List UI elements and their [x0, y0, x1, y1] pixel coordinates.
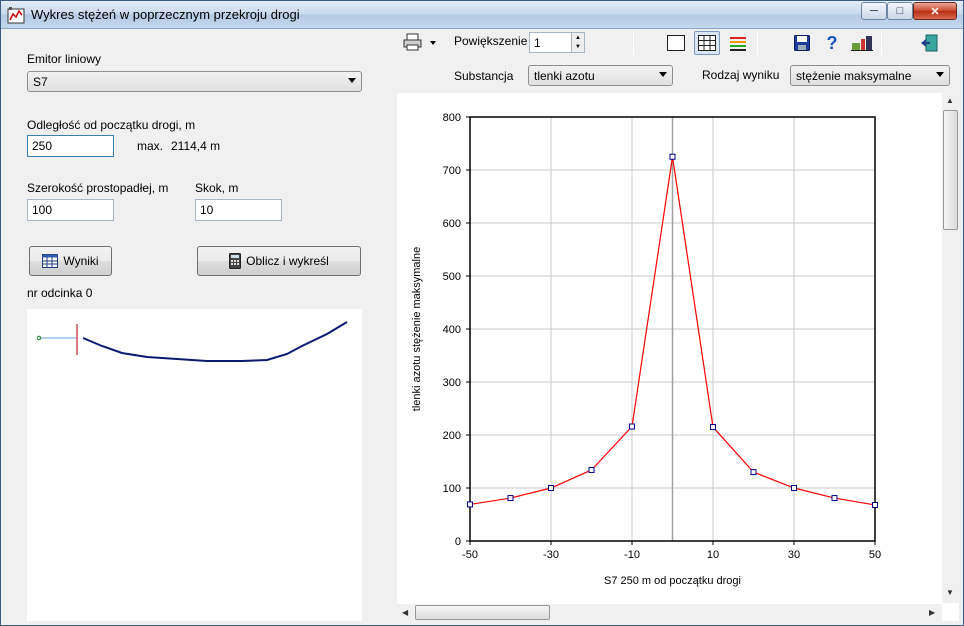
grid-icon[interactable] — [694, 31, 720, 55]
distance-input[interactable]: 250 — [27, 135, 114, 157]
y-tick-label: 300 — [443, 377, 461, 389]
data-point — [629, 423, 635, 430]
zoom-label: Powiększenie — [454, 34, 528, 48]
calculate-button[interactable]: Oblicz i wykreśl — [197, 246, 361, 276]
step-label: Skok, m — [195, 181, 239, 195]
max-value: 2114,4 m — [171, 139, 221, 153]
y-tick-label: 700 — [443, 165, 461, 177]
toolbar-separator — [881, 31, 882, 55]
window-title: Wykres stężeń w poprzecznym przekroju dr… — [31, 7, 300, 22]
scroll-up-icon[interactable]: ▲ — [946, 96, 954, 105]
settings-icon[interactable] — [849, 31, 875, 55]
toolbar-separator — [757, 31, 758, 55]
substance-label: Substancja — [454, 69, 514, 83]
emitor-select-value: S7 — [33, 75, 48, 89]
chart-panel: 0 100 200 300 400 500 600 700 800 -50 -30 -10 10 30 50… — [397, 93, 959, 621]
main-window: Wykres stężeń w poprzecznym przekroju dr… — [0, 0, 964, 626]
chevron-down-icon — [936, 72, 944, 77]
step-input[interactable]: 10 — [195, 199, 282, 221]
road-profile-line — [82, 321, 348, 362]
zoom-value: 1 — [534, 36, 541, 50]
data-point — [548, 485, 554, 491]
help-icon[interactable]: ? — [819, 31, 845, 55]
y-tick-label: 600 — [443, 218, 461, 230]
y-tick-label: 0 — [455, 536, 461, 548]
substance-select[interactable]: tlenki azotu — [528, 65, 673, 86]
zoom-spinner[interactable]: 1 ▲ ▼ — [529, 32, 585, 53]
x-tick-label: 50 — [869, 549, 881, 561]
result-type-label: Rodzaj wyniku — [702, 68, 780, 82]
save-icon[interactable] — [789, 31, 815, 55]
concentration-chart: 0 100 200 300 400 500 600 700 800 -50 -30 -10 10 30 50… — [411, 112, 881, 587]
data-point — [588, 466, 595, 473]
maximize-icon: □ — [896, 5, 904, 17]
toolbar-separator — [633, 31, 634, 55]
exit-icon[interactable] — [916, 31, 942, 55]
results-button[interactable]: Wyniki — [29, 246, 112, 276]
dropdown-arrow-icon[interactable] — [430, 41, 436, 45]
y-tick-label: 400 — [443, 324, 461, 336]
data-point — [507, 495, 514, 502]
x-tick-label: 10 — [707, 549, 719, 561]
spin-down-icon[interactable]: ▼ — [572, 42, 584, 51]
print-icon[interactable] — [403, 33, 423, 51]
close-icon: ✕ — [930, 5, 940, 18]
chevron-down-icon — [348, 78, 356, 83]
data-point — [872, 501, 878, 508]
y-tick-label: 200 — [443, 430, 461, 442]
scroll-left-icon[interactable]: ◀ — [402, 608, 408, 617]
data-point — [669, 153, 676, 160]
app-chart-icon — [7, 7, 25, 24]
calculate-button-label: Oblicz i wykreśl — [246, 254, 329, 268]
y-tick-label: 100 — [443, 483, 461, 495]
y-tick-label: 500 — [443, 271, 461, 283]
title-bar: Wykres stężeń w poprzecznym przekroju dr… — [1, 1, 963, 29]
emitor-select[interactable]: S7 — [27, 71, 362, 92]
chevron-down-icon — [659, 72, 667, 77]
x-tick-label: -50 — [462, 549, 478, 561]
distance-label: Odległość od początku drogi, m — [27, 118, 196, 132]
minimize-icon: ─ — [870, 5, 878, 17]
data-point — [710, 424, 716, 431]
result-type-select-value: stężenie maksymalne — [796, 69, 912, 83]
x-tick-label: -30 — [543, 549, 559, 561]
table-icon — [42, 254, 59, 268]
scroll-down-icon[interactable]: ▼ — [946, 588, 954, 597]
substance-select-value: tlenki azotu — [534, 69, 595, 83]
scroll-right-icon[interactable]: ▶ — [929, 608, 935, 617]
maximize-button[interactable]: □ — [887, 2, 913, 20]
minimize-button[interactable]: ─ — [861, 2, 887, 20]
width-input[interactable]: 100 — [27, 199, 114, 221]
road-profile-preview — [27, 309, 362, 621]
x-tick-label: -10 — [624, 549, 640, 561]
calculator-icon — [229, 253, 242, 269]
vertical-scrollbar[interactable]: ▲ ▼ — [942, 93, 959, 603]
y-tick-label: 800 — [443, 112, 461, 124]
road-profile-drawing — [36, 321, 348, 362]
close-button[interactable]: ✕ — [913, 2, 957, 20]
data-point — [467, 501, 473, 508]
horizontal-scrollbar[interactable]: ◀ ▶ — [397, 604, 942, 621]
y-axis-label: tlenki azotu stężenie maksymalne — [411, 247, 423, 411]
result-type-select[interactable]: stężenie maksymalne — [790, 65, 950, 86]
client-area: Emitor liniowy S7 Odległość od początku … — [5, 30, 959, 623]
vertical-scroll-thumb[interactable] — [943, 110, 958, 230]
max-label: max. — [137, 139, 164, 153]
spin-up-icon[interactable]: ▲ — [572, 33, 584, 42]
data-point — [750, 469, 757, 476]
emitor-label: Emitor liniowy — [27, 52, 102, 66]
results-button-label: Wyniki — [63, 254, 99, 268]
x-axis-label: S7 250 m od początku drogi — [604, 575, 741, 587]
data-point — [791, 485, 797, 491]
chart-frame-icon[interactable] — [663, 31, 689, 55]
data-point — [831, 495, 838, 502]
x-tick-label: 30 — [788, 549, 800, 561]
width-label: Szerokość prostopadłej, m — [27, 181, 169, 195]
horizontal-scroll-thumb[interactable] — [415, 605, 550, 620]
legend-icon[interactable] — [725, 31, 751, 55]
segment-label: nr odcinka 0 — [27, 286, 93, 300]
